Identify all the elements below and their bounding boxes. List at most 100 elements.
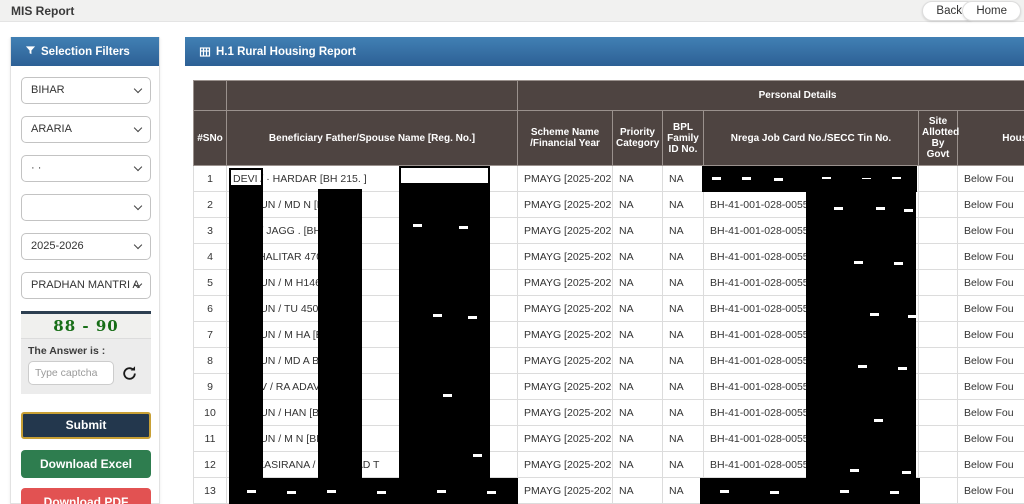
col-header-sno: #SNo: [193, 110, 227, 166]
cell-sno: 3: [193, 217, 227, 244]
report-header: H.1 Rural Housing Report: [185, 37, 1024, 66]
cell-sno: 8: [193, 347, 227, 374]
cell-site: [918, 165, 958, 192]
cell-priority: NA: [612, 451, 663, 478]
cell-priority: NA: [612, 295, 663, 322]
cell-site: [918, 191, 958, 218]
cell-priority: NA: [612, 165, 663, 192]
cell-priority: NA: [612, 347, 663, 374]
cell-house: Below Fou: [956, 295, 1024, 322]
district-select-value: ARARIA: [31, 123, 72, 135]
cell-bpl: NA: [662, 373, 704, 400]
scheme-select[interactable]: PRADHAN MANTRI A: [21, 272, 151, 299]
cell-scheme: PMAYG [2025-2026]: [517, 165, 613, 192]
download-pdf-button[interactable]: Download PDF: [21, 488, 151, 504]
cell-scheme: PMAYG [2025-2026]: [517, 425, 613, 452]
redaction-box: [806, 179, 916, 481]
download-excel-button[interactable]: Download Excel: [21, 450, 151, 478]
submit-button[interactable]: Submit: [21, 412, 151, 439]
year-select[interactable]: 2025-2026: [21, 233, 151, 260]
state-select[interactable]: BIHAR: [21, 77, 151, 104]
cell-scheme: PMAYG [2025-2026]: [517, 477, 613, 504]
district-select[interactable]: ARARIA: [21, 116, 151, 143]
cell-scheme: PMAYG [2025-2026]: [517, 321, 613, 348]
cell-house: Below Fou: [956, 165, 1024, 192]
selection-filters-panel: Selection Filters BIHAR ARARIA · · 2025-…: [10, 37, 160, 504]
chevron-down-icon: [133, 84, 143, 94]
cell-house: Below Fou: [956, 321, 1024, 348]
cell-bpl: NA: [662, 217, 704, 244]
panchayat-select[interactable]: [21, 194, 151, 221]
cell-sno: 13: [193, 477, 227, 504]
cell-house: Below Fou: [956, 451, 1024, 478]
cell-bpl: NA: [662, 347, 704, 374]
cell-scheme: PMAYG [2025-2026]: [517, 451, 613, 478]
cell-bpl: NA: [662, 295, 704, 322]
scheme-select-value: PRADHAN MANTRI A: [31, 279, 140, 291]
cell-bpl: NA: [662, 191, 704, 218]
year-select-value: 2025-2026: [31, 240, 84, 252]
captcha-question: 88 - 90: [21, 314, 151, 339]
cell-site: [918, 399, 958, 426]
selection-filters-title: Selection Filters: [41, 45, 130, 58]
cell-house: Below Fou: [956, 217, 1024, 244]
cell-scheme: PMAYG [2025-2026]: [517, 347, 613, 374]
group-header-personal-details: Personal Details: [516, 80, 1024, 111]
cell-bpl: NA: [662, 399, 704, 426]
cell-priority: NA: [612, 243, 663, 270]
cell-sno: 2: [193, 191, 227, 218]
cell-sno: 10: [193, 399, 227, 426]
cell-bpl: NA: [662, 425, 704, 452]
refresh-captcha-icon[interactable]: [121, 365, 138, 382]
cell-house: Below Fou: [956, 269, 1024, 296]
cell-scheme: PMAYG [2025-2026]: [517, 269, 613, 296]
cell-site: [918, 321, 958, 348]
cell-bpl: NA: [662, 165, 704, 192]
report-title: H.1 Rural Housing Report: [216, 45, 356, 58]
cell-site: [918, 295, 958, 322]
chevron-down-icon: [133, 123, 143, 133]
cell-house: Below Fou: [956, 373, 1024, 400]
redaction-outline-box: [229, 168, 263, 187]
table-grid-icon: [199, 46, 211, 58]
col-header-site-allotted: Site Allotted By Govt: [918, 110, 959, 166]
cell-site: [918, 347, 958, 374]
cell-site: [918, 217, 958, 244]
redaction-box: [229, 186, 263, 504]
cell-scheme: PMAYG [2025-2026]: [517, 399, 613, 426]
redaction-box: [229, 478, 518, 504]
cell-house: Below Fou: [956, 425, 1024, 452]
redaction-outline-box: [399, 166, 490, 185]
col-header-nrega: Nrega Job Card No./SECC Tin No.: [703, 110, 919, 166]
cell-site: [918, 373, 958, 400]
cell-scheme: PMAYG [2025-2026]: [517, 191, 613, 218]
cell-bpl: NA: [662, 477, 704, 504]
col-header-house: House: [956, 110, 1024, 166]
cell-sno: 1: [193, 165, 227, 192]
filter-icon: [25, 45, 36, 59]
cell-sno: 7: [193, 321, 227, 348]
cell-priority: NA: [612, 373, 663, 400]
cell-priority: NA: [612, 269, 663, 296]
cell-priority: NA: [612, 399, 663, 426]
cell-scheme: PMAYG [2025-2026]: [517, 373, 613, 400]
cell-site: [918, 477, 958, 504]
cell-house: Below Fou: [956, 347, 1024, 374]
captcha-input[interactable]: [28, 361, 114, 385]
cell-priority: NA: [612, 217, 663, 244]
captcha-box: 88 - 90 The Answer is :: [21, 311, 151, 394]
cell-site: [918, 243, 958, 270]
block-select[interactable]: · ·: [21, 155, 151, 182]
redaction-box: [700, 478, 920, 504]
group-header-empty: [226, 80, 518, 111]
chevron-down-icon: [133, 162, 143, 172]
cell-house: Below Fou: [956, 243, 1024, 270]
cell-sno: 5: [193, 269, 227, 296]
top-bar: MIS Report Back Home: [0, 0, 1024, 22]
cell-sno: 4: [193, 243, 227, 270]
redaction-box: [399, 184, 490, 504]
selection-filters-header: Selection Filters: [11, 37, 159, 66]
cell-bpl: NA: [662, 451, 704, 478]
chevron-down-icon: [133, 201, 143, 211]
home-button[interactable]: Home: [962, 1, 1021, 21]
